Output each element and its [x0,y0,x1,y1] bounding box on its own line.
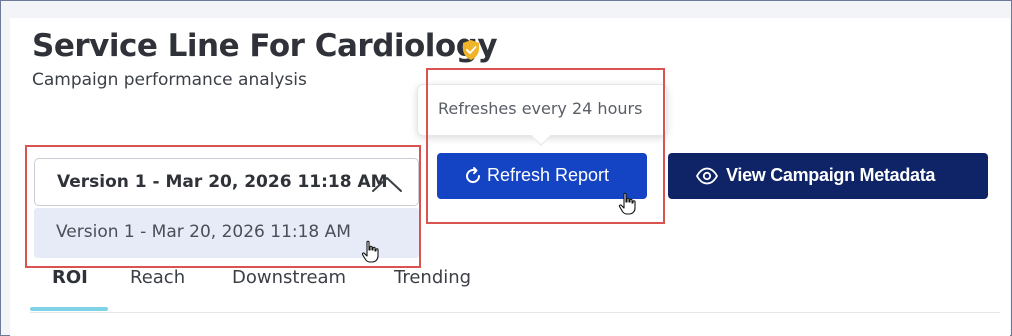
version-option-label: Version 1 - Mar 20, 2026 11:18 AM [56,222,351,242]
version-select-value: Version 1 - Mar 20, 2026 11:18 AM [57,172,388,192]
refresh-icon [466,167,481,184]
version-select[interactable]: Version 1 - Mar 20, 2026 11:18 AM [34,158,419,206]
page-title: Service Line For Cardiology [32,28,498,64]
chevron-up-icon[interactable] [371,175,403,193]
shield-check-icon [463,40,479,60]
refresh-report-label: Refresh Report [487,165,610,185]
refresh-tooltip: Refreshes every 24 hours [417,84,667,146]
hand-cursor-icon [618,192,636,215]
page-subtitle: Campaign performance analysis [32,70,307,90]
tab-downstream[interactable]: Downstream [232,267,346,288]
tab-trending[interactable]: Trending [394,267,471,288]
eye-icon [696,167,718,185]
tab-reach[interactable]: Reach [130,267,185,288]
view-campaign-metadata-label: View Campaign Metadata [726,165,936,185]
tab-roi[interactable]: ROI [52,267,88,288]
refresh-report-button[interactable]: Refresh Report [437,153,647,199]
active-tab-indicator [30,307,108,311]
view-campaign-metadata-button[interactable]: View Campaign Metadata [668,153,988,199]
tooltip-text: Refreshes every 24 hours [438,99,643,118]
hand-cursor-icon [361,240,379,263]
tabs-divider [30,312,1000,313]
report-tabs: ROI Reach Downstream Trending [30,263,990,313]
